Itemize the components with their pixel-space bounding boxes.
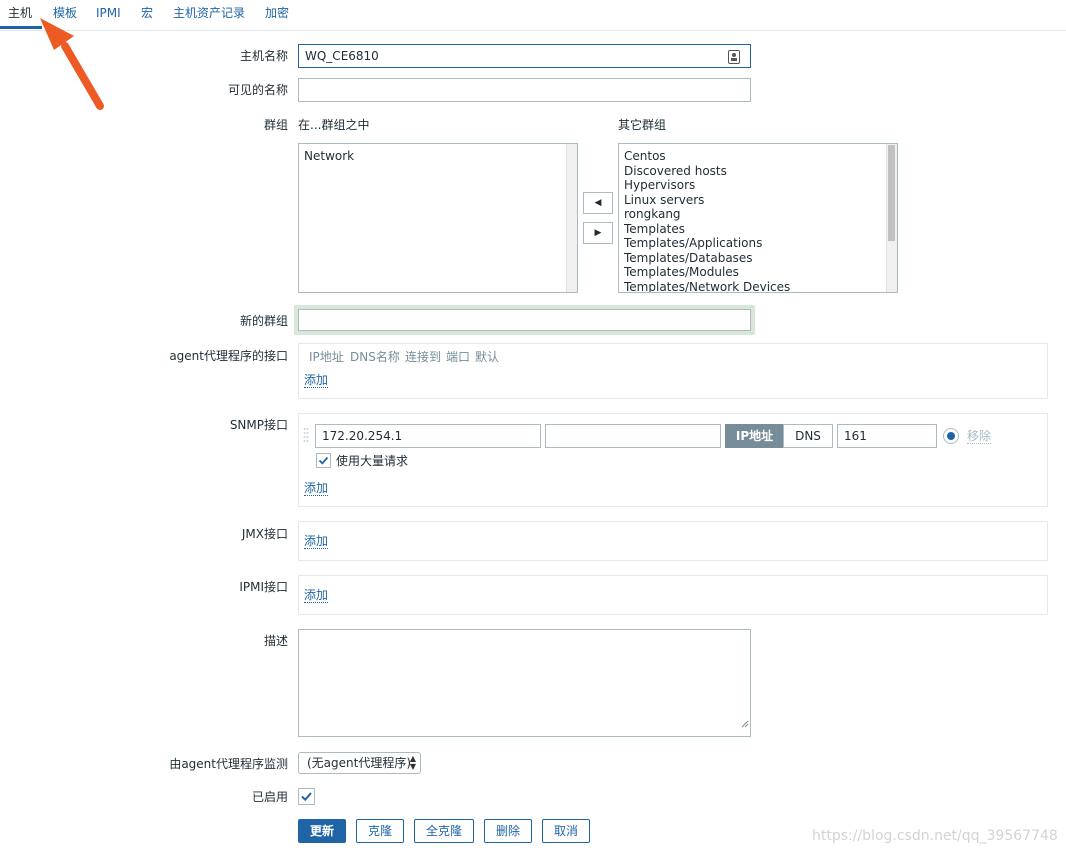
scrollbar[interactable] (886, 144, 897, 292)
full-clone-button[interactable]: 全克隆 (414, 819, 474, 843)
connect-ip-toggle[interactable]: IP地址 (725, 424, 784, 448)
tab-inventory[interactable]: 主机资产记录 (173, 6, 245, 28)
scrollbar[interactable] (566, 144, 577, 292)
check-icon (318, 456, 329, 465)
drag-handle-icon[interactable] (303, 427, 309, 448)
host-name-input[interactable]: WQ_CE6810 (298, 44, 751, 68)
column-header-port: 端口 (446, 350, 471, 364)
new-group-label: 新的群组 (239, 314, 288, 328)
enabled-label: 已启用 (251, 790, 288, 804)
delete-button[interactable]: 删除 (484, 819, 532, 843)
contact-card-icon (728, 49, 740, 71)
list-item[interactable]: Templates/Network Devices (619, 280, 897, 293)
clone-button[interactable]: 克隆 (356, 819, 404, 843)
cancel-button[interactable]: 取消 (542, 819, 590, 843)
visible-name-label: 可见的名称 (227, 83, 288, 97)
default-radio[interactable] (943, 428, 959, 444)
agent-interface-panel: IP地址 DNS名称 连接到 端口 默认 添加 (298, 343, 1048, 399)
snmp-add-link[interactable]: 添加 (304, 481, 329, 496)
ipmi-add-link[interactable]: 添加 (304, 588, 329, 603)
snmp-ip-value: 172.20.254.1 (322, 429, 403, 443)
snmp-port-value: 161 (844, 429, 867, 443)
check-icon (301, 792, 312, 802)
groups-label: 群组 (263, 118, 288, 132)
snmp-remove-link[interactable]: 移除 (967, 429, 992, 444)
connect-dns-toggle[interactable]: DNS (783, 424, 833, 448)
host-name-label: 主机名称 (239, 49, 288, 63)
update-button[interactable]: 更新 (298, 819, 346, 843)
tab-host[interactable]: 主机 (8, 6, 32, 28)
updown-caret-icon: ▲ ▼ (409, 754, 416, 771)
other-groups-label: 其它群组 (618, 118, 667, 132)
column-header-ip: IP地址 (309, 350, 344, 364)
snmp-interface-label: SNMP接口 (229, 418, 288, 432)
host-name-value: WQ_CE6810 (305, 49, 379, 63)
new-group-input[interactable] (298, 309, 751, 331)
other-groups-list[interactable]: Centos Discovered hosts Hypervisors Linu… (618, 143, 898, 293)
jmx-interface-panel: 添加 (298, 521, 1048, 561)
snmp-ip-input[interactable]: 172.20.254.1 (315, 424, 541, 448)
triangle-left-icon: ◀ (594, 198, 602, 208)
tab-encryption[interactable]: 加密 (265, 6, 289, 28)
list-item[interactable]: rongkang (619, 207, 897, 222)
jmx-add-link[interactable]: 添加 (304, 534, 329, 549)
list-item[interactable]: Linux servers (619, 193, 897, 208)
description-label: 描述 (263, 634, 288, 648)
snmp-dns-input[interactable] (545, 424, 721, 448)
tab-macros[interactable]: 宏 (141, 6, 153, 28)
watermark: https://blog.csdn.net/qq_39567748 (812, 828, 1058, 844)
column-header-connect: 连接到 (405, 350, 442, 364)
annotation-arrow-icon (40, 18, 104, 110)
scrollbar-thumb[interactable] (888, 145, 895, 241)
move-right-button[interactable]: ▶ (583, 222, 613, 244)
column-header-default: 默认 (475, 350, 500, 364)
list-item[interactable]: Templates (619, 222, 897, 237)
list-item[interactable]: Centos (619, 149, 897, 164)
description-textarea[interactable] (298, 629, 751, 737)
jmx-interface-label: JMX接口 (241, 527, 288, 541)
proxy-label: 由agent代理程序监测 (169, 757, 288, 771)
enabled-checkbox[interactable] (298, 788, 315, 805)
snmp-interface-panel: 172.20.254.1 IP地址 DNS 161 移除 使用大量请求 添加 (298, 413, 1048, 507)
proxy-select-value: (无agent代理程序) (307, 756, 412, 770)
list-item[interactable]: Templates/Databases (619, 251, 897, 266)
list-item[interactable]: Hypervisors (619, 178, 897, 193)
list-item[interactable]: Templates/Modules (619, 265, 897, 280)
list-item[interactable]: Network (299, 149, 577, 164)
column-header-dns: DNS名称 (350, 350, 400, 364)
list-item[interactable]: Discovered hosts (619, 164, 897, 179)
triangle-right-icon: ▶ (594, 228, 602, 238)
tab-bar: 主机 模板 IPMI 宏 主机资产记录 加密 (0, 0, 1066, 31)
bulk-requests-label: 使用大量请求 (336, 454, 409, 468)
resize-grip-icon[interactable] (741, 713, 749, 735)
bulk-requests-checkbox[interactable] (316, 453, 331, 468)
snmp-port-input[interactable]: 161 (837, 424, 937, 448)
visible-name-input[interactable] (298, 78, 751, 102)
in-groups-list[interactable]: Network (298, 143, 578, 293)
in-groups-label: 在...群组之中 (298, 118, 370, 132)
ipmi-interface-label: IPMI接口 (239, 580, 288, 594)
move-left-button[interactable]: ◀ (583, 192, 613, 214)
agent-interface-label: agent代理程序的接口 (169, 349, 288, 363)
agent-add-link[interactable]: 添加 (304, 373, 329, 388)
list-item[interactable]: Templates/Applications (619, 236, 897, 251)
proxy-select[interactable]: (无agent代理程序) ▲ ▼ (298, 752, 421, 774)
ipmi-interface-panel: 添加 (298, 575, 1048, 615)
